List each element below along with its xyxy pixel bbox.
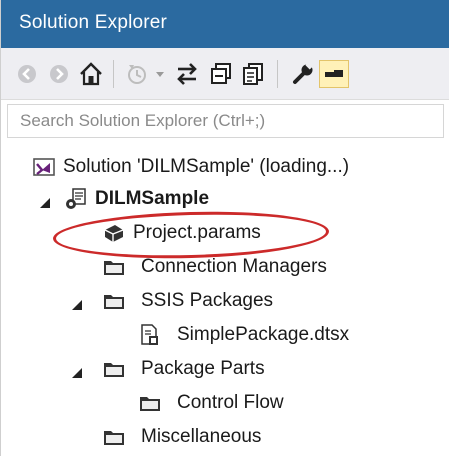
sync-with-active-document-icon[interactable] (173, 60, 201, 88)
folder-icon (139, 392, 161, 414)
dropdown-arrow-icon[interactable] (153, 60, 167, 88)
tree-item-ssis-packages[interactable]: SSIS Packages (1, 286, 449, 316)
tree-item-label: DILMSample (95, 188, 210, 209)
toolbar-separator (113, 60, 114, 88)
solution-icon (33, 156, 55, 178)
tree-item-label: Solution 'DILMSample' (loading...) (63, 156, 350, 177)
properties-icon[interactable] (289, 60, 317, 88)
expanded-arrow-icon[interactable] (71, 363, 83, 378)
search-input[interactable] (8, 105, 443, 137)
toolbar-separator (277, 60, 278, 88)
pending-changes-filter-icon[interactable] (125, 60, 153, 88)
tree-item-project[interactable]: DILMSample (1, 184, 449, 214)
solution-tree: Solution 'DILMSample' (loading...) DILMS… (1, 140, 449, 456)
folder-icon (103, 358, 125, 380)
expanded-arrow-icon[interactable] (71, 295, 83, 310)
tree-item-solution[interactable]: Solution 'DILMSample' (loading...) (1, 152, 449, 182)
title-bar: Solution Explorer (1, 0, 449, 48)
params-icon (103, 222, 125, 244)
tree-item-label: Connection Managers (141, 256, 327, 277)
tree-item-label: SimplePackage.dtsx (177, 324, 350, 345)
package-icon (139, 324, 161, 346)
back-icon[interactable] (13, 60, 41, 88)
tree-item-label: Control Flow (177, 392, 284, 413)
tree-item-label: Miscellaneous (141, 426, 262, 447)
solution-explorer-panel: Solution Explorer Search Solution Explor… (0, 0, 449, 456)
tree-item-miscellaneous[interactable]: Miscellaneous (1, 422, 449, 452)
home-icon[interactable] (77, 60, 105, 88)
forward-icon[interactable] (45, 60, 73, 88)
preview-selected-items-icon[interactable] (319, 60, 349, 88)
tree-item-connection-managers[interactable]: Connection Managers (1, 252, 449, 282)
show-all-files-icon[interactable] (239, 60, 267, 88)
expanded-arrow-icon[interactable] (39, 193, 51, 208)
ssis-project-icon (65, 188, 87, 210)
tree-item-label: SSIS Packages (141, 290, 274, 311)
search-box[interactable] (7, 104, 444, 138)
tree-item-label: Project.params (133, 222, 261, 243)
tree-item-simple-package[interactable]: SimplePackage.dtsx (1, 320, 449, 350)
folder-icon (103, 256, 125, 278)
panel-title: Solution Explorer (19, 12, 168, 33)
folder-icon (103, 426, 125, 448)
collapse-all-icon[interactable] (207, 60, 235, 88)
tree-item-control-flow[interactable]: Control Flow (1, 388, 449, 418)
tree-item-package-parts[interactable]: Package Parts (1, 354, 449, 384)
folder-icon (103, 290, 125, 312)
tree-item-label: Package Parts (141, 358, 265, 379)
toolbar (1, 48, 449, 100)
tree-item-project-params[interactable]: Project.params (1, 218, 449, 248)
